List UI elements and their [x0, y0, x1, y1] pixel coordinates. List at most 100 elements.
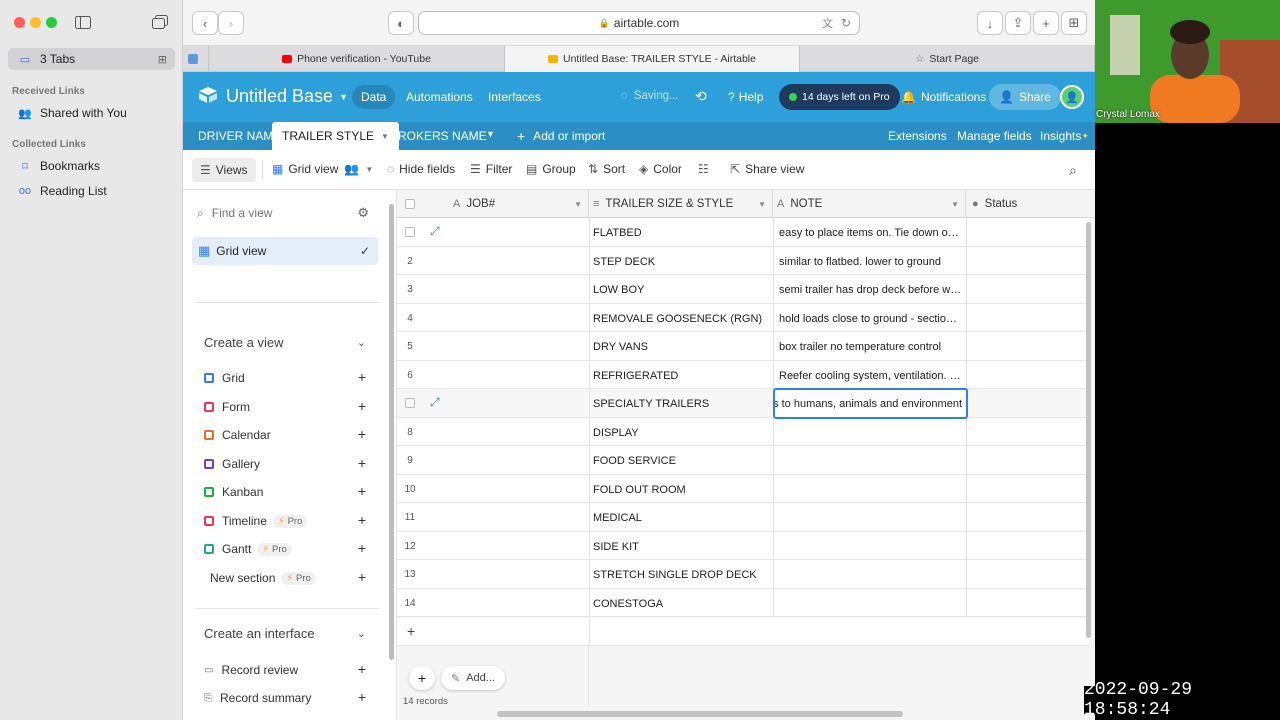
find-view-field[interactable]: ⌕ ⚙ [197, 202, 377, 224]
minimize-window-button[interactable] [30, 17, 41, 28]
filter-button[interactable]: ☰ Filter [470, 162, 512, 176]
plus-icon[interactable]: + [358, 661, 366, 677]
note-cell[interactable]: hold loads close to ground - section in … [779, 313, 962, 325]
create-view-new-section[interactable]: New section ⚡ Pro [210, 571, 316, 585]
table-row[interactable]: 8 DISPLAY [397, 417, 1089, 446]
scrollbar[interactable] [389, 204, 394, 660]
find-view-input[interactable] [211, 206, 342, 220]
status-cell[interactable] [966, 446, 967, 474]
table-tab-trailer-style[interactable]: TRAILER STYLE ▼ [272, 122, 399, 150]
status-cell[interactable] [966, 303, 967, 331]
add-menu-button[interactable]: ✎ Add... [441, 666, 505, 690]
create-view-form[interactable]: Form [204, 400, 250, 414]
job-cell[interactable] [589, 303, 590, 331]
back-button[interactable]: ‹ [192, 11, 218, 35]
plus-icon[interactable]: + [358, 398, 366, 414]
download-icon[interactable]: ↓ [977, 11, 1003, 35]
add-or-import-button[interactable]: + Add or import [517, 128, 605, 144]
tab-youtube[interactable]: Phone verification - YouTube [209, 46, 505, 72]
table-row[interactable]: 9 FOOD SERVICE [397, 446, 1089, 475]
job-cell[interactable] [589, 246, 590, 274]
job-cell[interactable] [589, 446, 590, 474]
table-row[interactable]: 11 MEDICAL [397, 503, 1089, 532]
tables-menu-chevron-icon[interactable]: ▼ [486, 129, 495, 139]
plus-icon[interactable]: + [358, 512, 366, 528]
trailer-size-cell[interactable]: CONESTOGA [593, 598, 769, 610]
plus-icon[interactable]: + [407, 623, 415, 639]
plus-icon[interactable]: + [358, 369, 366, 385]
table-row[interactable]: 3 LOW BOY semi trailer has drop deck befor… [397, 275, 1089, 304]
insights-button[interactable]: Insights ✦ [1040, 129, 1089, 143]
sidebar-item-tabs[interactable]: ▭ 3 Tabs ⊞ [8, 48, 175, 70]
sidebar-item-reading-list[interactable]: oo Reading List [8, 180, 175, 202]
job-cell[interactable] [589, 389, 590, 417]
row-checkbox[interactable] [405, 398, 415, 408]
note-cell[interactable]: easy to place items on. Tie down odd sha… [779, 227, 962, 239]
table-row[interactable]: ⤢ SPECIALTY TRAILERS [397, 389, 1089, 418]
status-cell[interactable] [966, 332, 967, 360]
add-record-button[interactable]: + [409, 666, 435, 690]
table-row[interactable]: ⤢ FLATBED easy to place items on. Tie down… [397, 218, 1089, 247]
sort-button[interactable]: ⇅ Sort [588, 162, 625, 176]
create-view-calendar[interactable]: Calendar [204, 428, 271, 442]
create-view-gallery[interactable]: Gallery [204, 457, 260, 471]
table-row[interactable]: 10 FOLD OUT ROOM [397, 474, 1089, 503]
table-row[interactable]: 6 REFRIGERATED Reefer cooling system, vent… [397, 360, 1089, 389]
table-row[interactable]: 5 DRY VANS box trailer no temperature cont… [397, 332, 1089, 361]
trailer-size-cell[interactable]: SIDE KIT [593, 541, 769, 553]
status-cell[interactable] [966, 503, 967, 531]
create-view-kanban[interactable]: Kanban [204, 485, 263, 499]
job-cell[interactable] [589, 503, 590, 531]
grid-icon[interactable]: ⊞ [158, 53, 167, 66]
share-button[interactable]: 👤 Share [989, 84, 1061, 110]
chevron-down-icon[interactable]: ⌄ [357, 336, 366, 349]
row-height-icon[interactable]: ☷ [698, 162, 714, 176]
manage-fields-button[interactable]: Manage fields [957, 129, 1032, 143]
tab-airtable[interactable]: Untitled Base: TRAILER STYLE - Airtable [505, 46, 800, 72]
table-row[interactable]: 14 CONESTOGA [397, 588, 1089, 617]
forward-button[interactable]: › [218, 11, 244, 35]
new-tab-icon[interactable]: + [1033, 11, 1059, 35]
nav-interfaces[interactable]: Interfaces [488, 90, 541, 104]
trailer-size-cell[interactable]: MEDICAL [593, 512, 769, 524]
expand-record-icon[interactable]: ⤢ [430, 395, 440, 410]
reload-icon[interactable]: ↻ [841, 16, 851, 30]
vertical-scrollbar[interactable] [1086, 222, 1091, 638]
views-toggle-button[interactable]: ☰ Views [192, 158, 256, 182]
table-tab-driver-name[interactable]: DRIVER NAME [198, 129, 281, 143]
share-view-button[interactable]: ⇱ Share view [730, 162, 804, 176]
search-icon[interactable]: ⌕ [1069, 162, 1077, 179]
trailer-size-cell[interactable]: STRETCH SINGLE DROP DECK [593, 569, 769, 581]
select-all-checkbox[interactable] [405, 199, 415, 209]
status-cell[interactable] [966, 474, 967, 502]
trailer-size-cell[interactable]: REMOVALE GOOSENECK (RGN) [593, 313, 769, 325]
tab-overview-icon[interactable]: ⊞ [1061, 11, 1087, 35]
column-header-status[interactable]: ● Status [966, 190, 1095, 218]
chevron-down-icon[interactable]: ⌄ [357, 627, 366, 640]
zoom-window-button[interactable] [46, 17, 57, 28]
status-cell[interactable] [966, 360, 967, 388]
table-row[interactable]: 13 STRETCH SINGLE DROP DECK [397, 560, 1089, 589]
note-cell[interactable]: box trailer no temperature control [779, 341, 962, 353]
trailer-size-cell[interactable]: FLATBED [593, 227, 769, 239]
plus-icon[interactable]: + [358, 455, 366, 471]
sidebar-item-shared[interactable]: 👥 Shared with You [8, 102, 175, 124]
group-button[interactable]: ▤ Group [526, 162, 576, 176]
table-row[interactable]: 12 SIDE KIT [397, 531, 1089, 560]
job-cell[interactable] [589, 332, 590, 360]
plus-icon[interactable]: + [358, 689, 366, 705]
plus-icon[interactable]: + [358, 483, 366, 499]
trailer-size-cell[interactable]: STEP DECK [593, 256, 769, 268]
select-all-checkbox-cell[interactable] [397, 190, 447, 218]
help-button[interactable]: ? Help [728, 90, 763, 104]
trailer-size-cell[interactable]: DISPLAY [593, 427, 769, 439]
extensions-button[interactable]: Extensions [888, 129, 947, 143]
current-view-button[interactable]: ▦ Grid view 👥 ▼ [272, 162, 373, 176]
plus-icon[interactable]: + [358, 540, 366, 556]
translate-icon[interactable]: 文 [822, 15, 833, 31]
privacy-shield-icon[interactable]: ◐ [388, 11, 414, 35]
status-cell[interactable] [966, 218, 967, 246]
row-checkbox[interactable] [405, 227, 415, 237]
color-button[interactable]: ◈ Color [639, 162, 682, 176]
status-cell[interactable] [966, 417, 967, 445]
